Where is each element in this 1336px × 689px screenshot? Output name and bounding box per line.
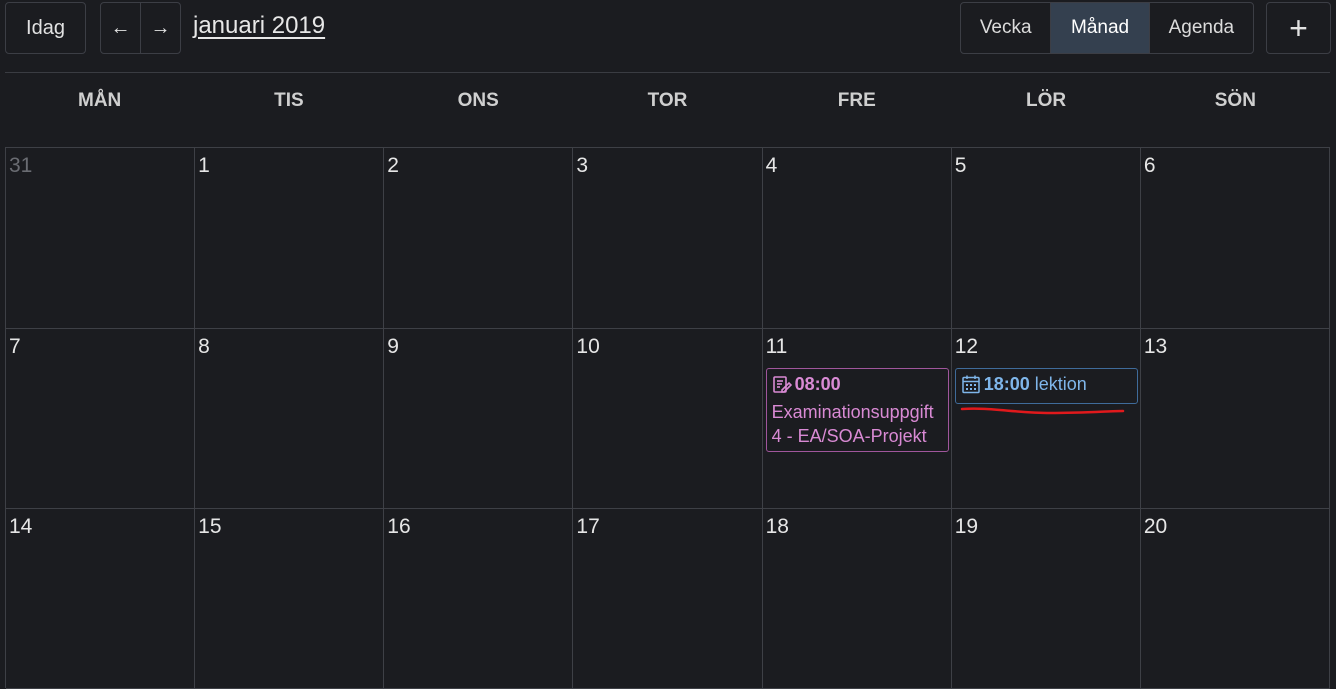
view-month-tab[interactable]: Månad (1050, 3, 1149, 53)
day-cell[interactable]: 18 (762, 509, 952, 689)
event-time: 18:00 (983, 374, 1030, 394)
day-cell[interactable]: 16 (384, 509, 574, 689)
day-number: 4 (765, 154, 778, 177)
exam-event[interactable]: 08:00 Examinationsuppgift 4 - EA/SOA-Pro… (765, 368, 949, 452)
today-button[interactable]: Idag (5, 2, 86, 54)
day-cell[interactable]: 4 (762, 148, 952, 329)
day-number: 2 (387, 154, 399, 177)
next-month-button[interactable]: → (140, 3, 180, 53)
day-number: 5 (954, 154, 967, 177)
day-cell[interactable]: 7 (6, 329, 196, 509)
event-title: lektion (1034, 374, 1087, 394)
day-number: 17 (576, 515, 600, 538)
day-number: 19 (954, 515, 979, 538)
day-number: 16 (387, 515, 411, 538)
view-agenda-tab[interactable]: Agenda (1148, 3, 1253, 53)
toolbar-divider (5, 72, 1330, 73)
day-cell[interactable]: 13 (1140, 329, 1330, 509)
day-number: 9 (387, 335, 399, 358)
nav-button-group: ← → (100, 2, 181, 54)
day-cell[interactable]: 8 (195, 329, 385, 509)
view-week-tab[interactable]: Vecka (961, 3, 1050, 53)
calendar-icon (961, 374, 981, 400)
calendar-toolbar: Idag ← → januari 2019 Vecka Månad Agenda… (0, 0, 1336, 60)
day-cell[interactable]: 1 (195, 148, 385, 329)
day-number: 15 (198, 515, 222, 538)
day-number: 14 (9, 515, 33, 538)
day-cell[interactable]: 5 (951, 148, 1141, 329)
weekday-wed: ONS (457, 90, 499, 111)
day-number: 7 (9, 335, 21, 358)
weekday-sat: LÖR (1026, 90, 1067, 111)
event-title-line1: Examinationsuppgift (771, 402, 934, 422)
day-cell[interactable]: 11 08:00 Examinationsuppgift 4 - EA/SOA-… (762, 329, 952, 509)
day-number: 6 (1143, 154, 1156, 177)
day-number: 12 (954, 335, 979, 358)
day-cell[interactable]: 12 18:00 lektion (951, 329, 1141, 509)
assignment-edit-icon (772, 374, 792, 400)
event-title-line2: 4 - EA/SOA-Projekt (771, 426, 927, 446)
weekday-sun: SÖN (1214, 90, 1256, 111)
weekday-header: MÅN TIS ONS TOR FRE LÖR SÖN (5, 90, 1330, 126)
day-cell[interactable]: 14 (6, 509, 196, 689)
day-cell[interactable]: 15 (195, 509, 385, 689)
day-cell[interactable]: 2 (384, 148, 574, 329)
red-underline-annotation (960, 407, 1125, 415)
day-cell[interactable]: 6 (1140, 148, 1330, 329)
day-cell[interactable]: 9 (384, 329, 574, 509)
prev-month-button[interactable]: ← (101, 3, 140, 53)
lesson-event[interactable]: 18:00 lektion (954, 368, 1138, 404)
event-time: 08:00 (794, 374, 841, 394)
view-switcher: Vecka Månad Agenda (960, 2, 1254, 54)
day-cell[interactable]: 31 (6, 148, 196, 329)
add-event-button[interactable]: + (1266, 2, 1331, 54)
day-number: 11 (765, 335, 788, 358)
day-number: 8 (198, 335, 210, 358)
day-cell[interactable]: 3 (573, 148, 763, 329)
day-number: 10 (576, 335, 600, 358)
weekday-tue: TIS (274, 90, 304, 111)
day-number: 3 (576, 154, 589, 177)
month-grid: 31 1 2 3 4 5 6 7 8 9 10 11 08:00 Examina… (5, 147, 1330, 689)
day-number: 13 (1143, 335, 1168, 358)
day-number: 18 (765, 515, 789, 538)
weekday-thu: TOR (647, 90, 688, 111)
day-number: 20 (1143, 515, 1168, 538)
month-title[interactable]: januari 2019 (193, 12, 325, 40)
day-cell[interactable]: 10 (573, 329, 763, 509)
day-number: 1 (198, 154, 210, 177)
weekday-mon: MÅN (78, 90, 122, 111)
day-number: 31 (9, 154, 33, 177)
day-cell[interactable]: 17 (573, 509, 763, 689)
day-cell[interactable]: 19 (951, 509, 1141, 689)
weekday-fri: FRE (837, 90, 876, 111)
day-cell[interactable]: 20 (1140, 509, 1330, 689)
